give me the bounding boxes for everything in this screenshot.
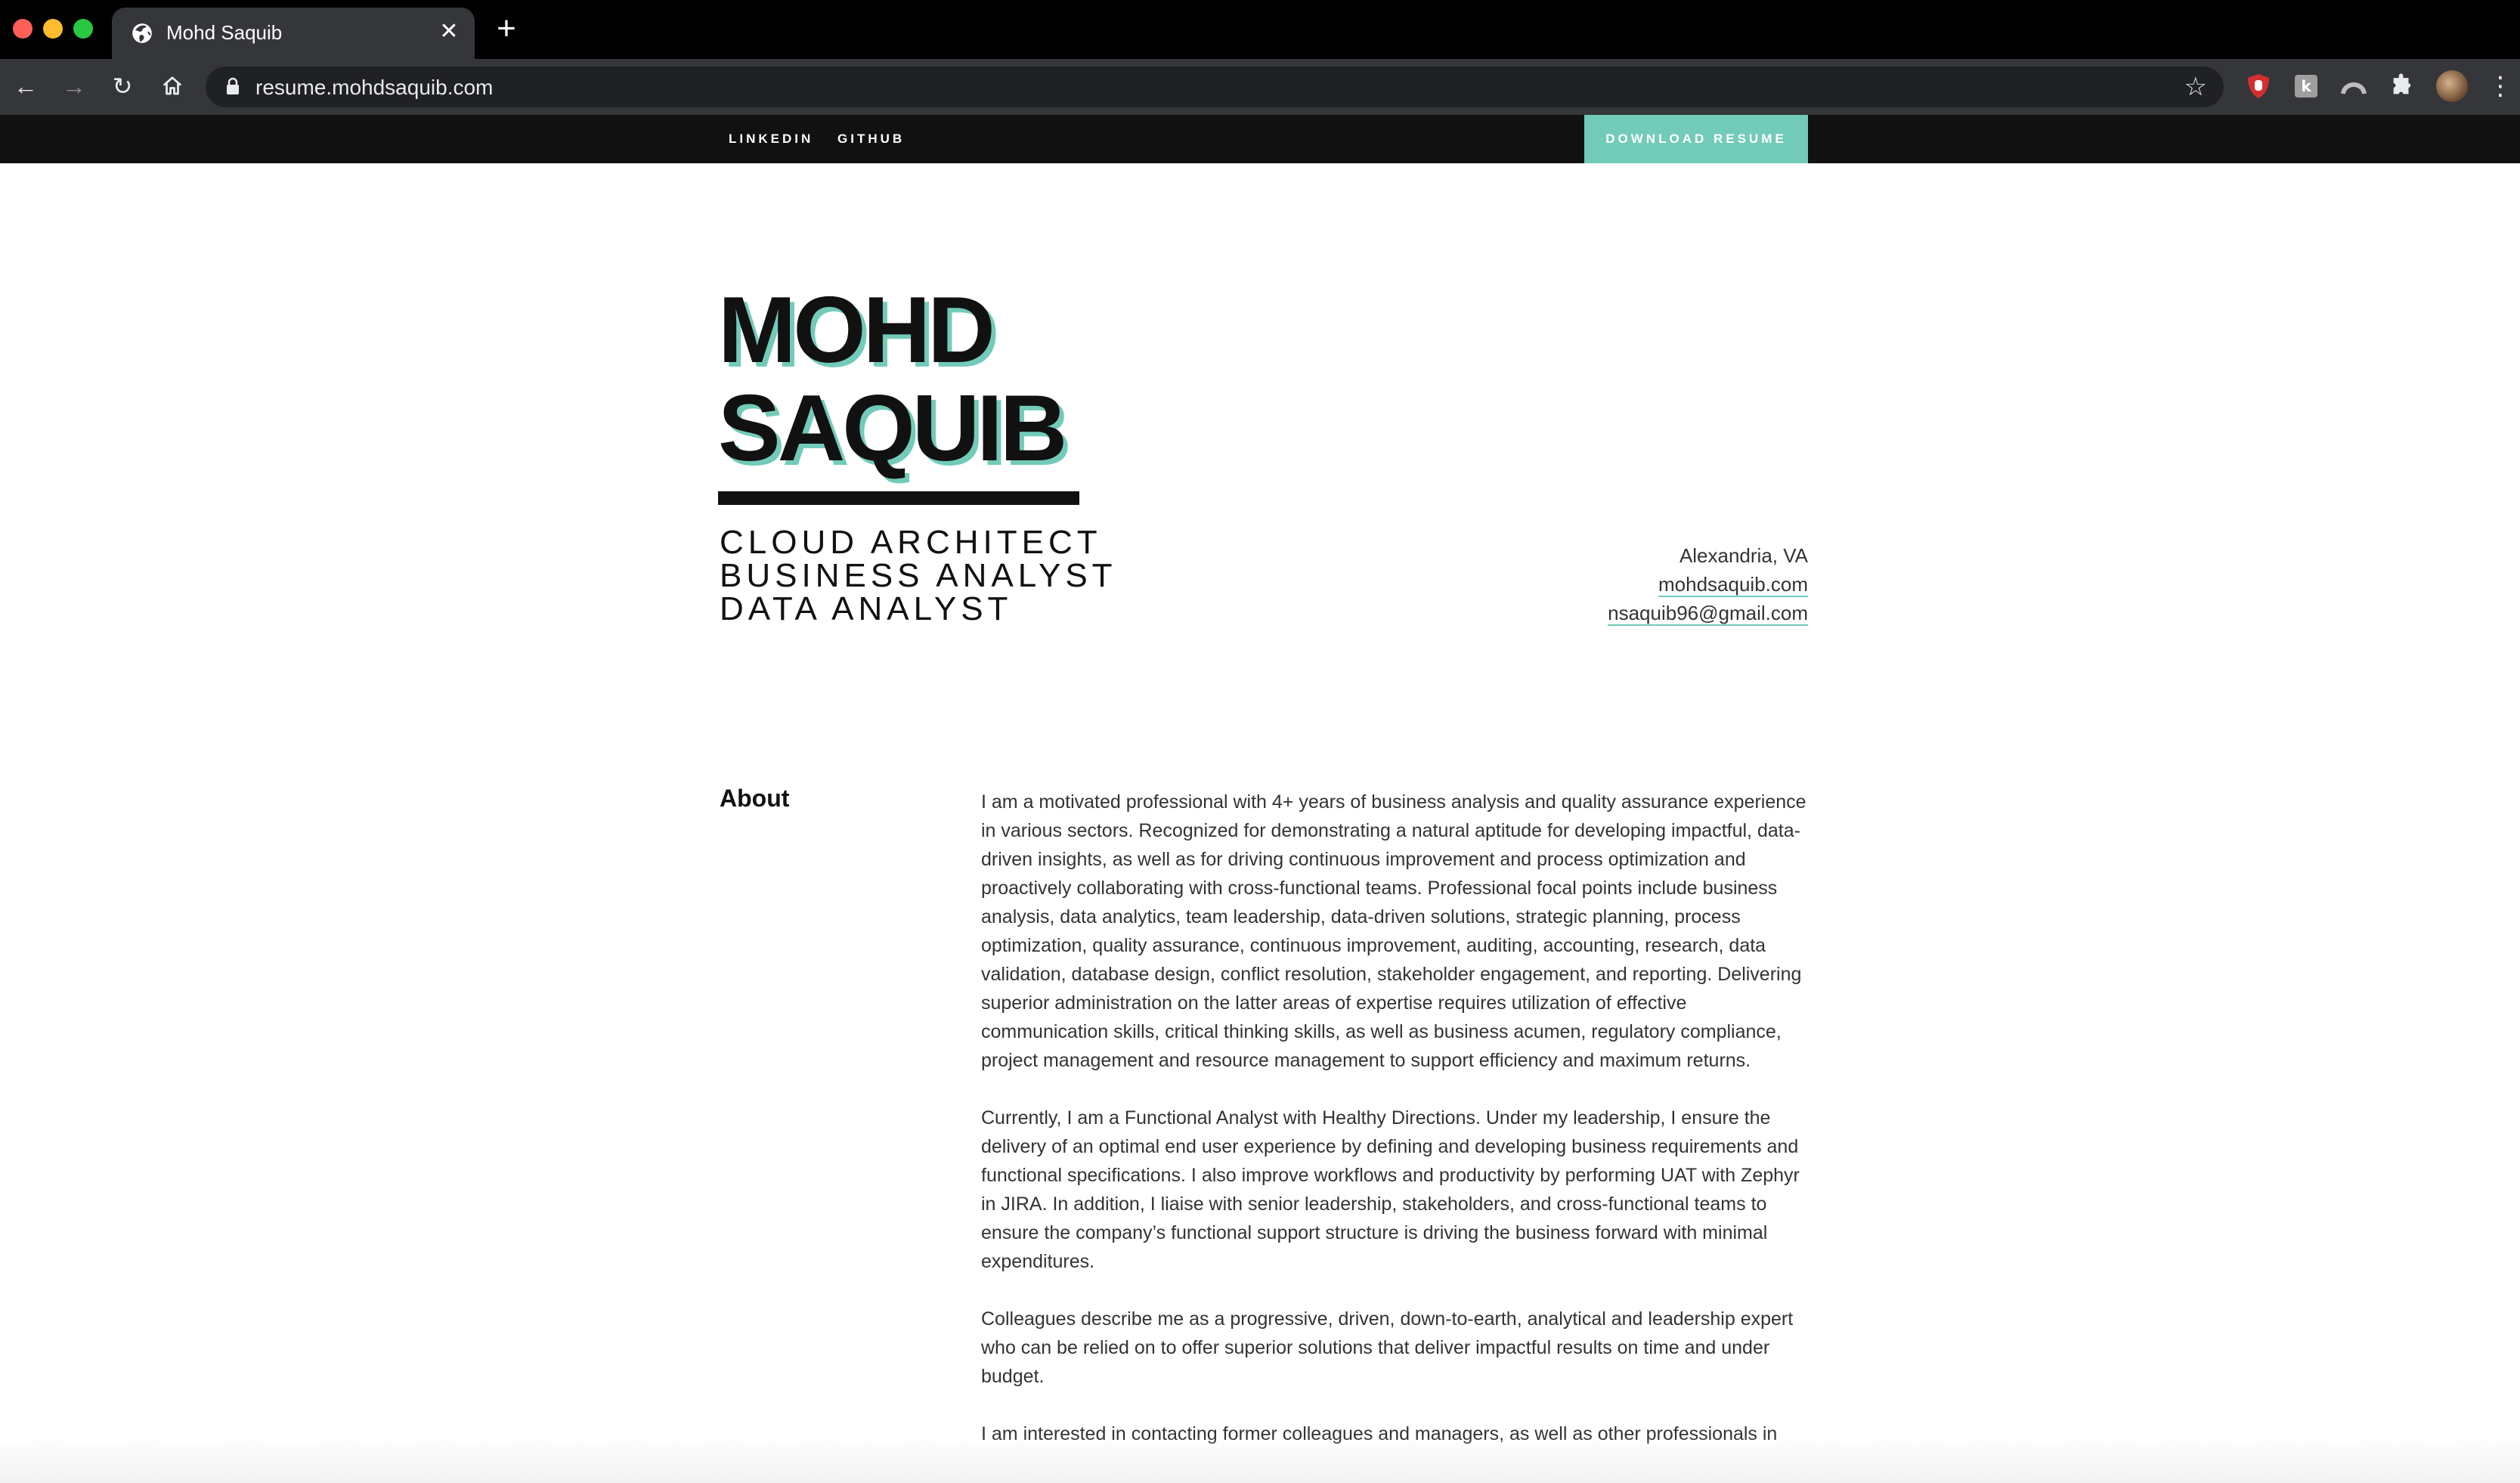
profile-avatar[interactable] bbox=[2436, 70, 2468, 102]
roles-list: CLOUD ARCHITECT BUSINESS ANALYST DATA AN… bbox=[720, 526, 1117, 626]
maximize-window-button[interactable] bbox=[73, 19, 93, 39]
about-heading: About bbox=[720, 785, 790, 812]
plus-icon[interactable]: + bbox=[491, 12, 522, 45]
site-nav: LINKEDIN GITHUB DOWNLOAD RESUME bbox=[0, 115, 2520, 163]
nav-link-linkedin[interactable]: LINKEDIN bbox=[729, 132, 813, 147]
name-divider bbox=[718, 491, 1079, 505]
about-paragraph: Colleagues describe me as a progressive,… bbox=[981, 1308, 1794, 1387]
location-text: Alexandria, VA bbox=[1679, 544, 1808, 567]
name-line-last: SAQUIB bbox=[718, 376, 1067, 481]
browser-toolbar: ← → ↻ resume.mohdsaquib.com ☆ bbox=[0, 59, 2520, 115]
close-icon[interactable]: ✕ bbox=[437, 20, 461, 44]
role-item: CLOUD ARCHITECT bbox=[720, 524, 1102, 561]
nav-link-github[interactable]: GITHUB bbox=[837, 132, 905, 147]
browser-titlebar: Mohd Saquib ✕ + bbox=[0, 0, 2520, 59]
website-link[interactable]: mohdsaquib.com bbox=[1658, 573, 1808, 597]
ublock-icon[interactable] bbox=[2245, 73, 2272, 100]
role-item: BUSINESS ANALYST bbox=[720, 557, 1117, 594]
browser-tab[interactable]: Mohd Saquib ✕ bbox=[112, 8, 475, 59]
menu-icon[interactable]: ⋮ bbox=[2487, 73, 2514, 100]
about-paragraph: Currently, I am a Functional Analyst wit… bbox=[981, 1107, 1800, 1272]
home-icon[interactable] bbox=[157, 71, 187, 101]
contact-block: Alexandria, VA mohdsaquib.com nsaquib96@… bbox=[1608, 541, 1808, 627]
hero-name: MOHD SAQUIB bbox=[718, 278, 1067, 481]
forward-icon[interactable]: → bbox=[59, 71, 89, 101]
email-link[interactable]: nsaquib96@gmail.com bbox=[1608, 602, 1808, 626]
extension-k-icon[interactable]: k bbox=[2292, 73, 2320, 100]
puzzle-icon[interactable] bbox=[2388, 73, 2416, 100]
url-text: resume.mohdsaquib.com bbox=[255, 76, 494, 99]
name-line-first: MOHD bbox=[718, 278, 995, 382]
about-paragraph: I am interested in contacting former col… bbox=[981, 1423, 1778, 1444]
address-bar[interactable]: resume.mohdsaquib.com ☆ bbox=[206, 67, 2224, 107]
extension-arc-icon[interactable] bbox=[2340, 73, 2367, 100]
download-resume-button[interactable]: DOWNLOAD RESUME bbox=[1584, 115, 1808, 163]
star-icon[interactable]: ☆ bbox=[2184, 73, 2207, 101]
svg-text:k: k bbox=[2301, 77, 2311, 95]
reload-icon[interactable]: ↻ bbox=[107, 71, 138, 101]
globe-icon bbox=[132, 23, 152, 43]
tab-title: Mohd Saquib bbox=[166, 21, 283, 44]
about-body: I am a motivated professional with 4+ ye… bbox=[981, 788, 1810, 1477]
about-paragraph: I am a motivated professional with 4+ ye… bbox=[981, 791, 1806, 1071]
lock-icon bbox=[227, 77, 239, 94]
back-icon[interactable]: ← bbox=[11, 71, 41, 101]
close-window-button[interactable] bbox=[13, 19, 33, 39]
role-item: DATA ANALYST bbox=[720, 590, 1013, 627]
minimize-window-button[interactable] bbox=[43, 19, 63, 39]
